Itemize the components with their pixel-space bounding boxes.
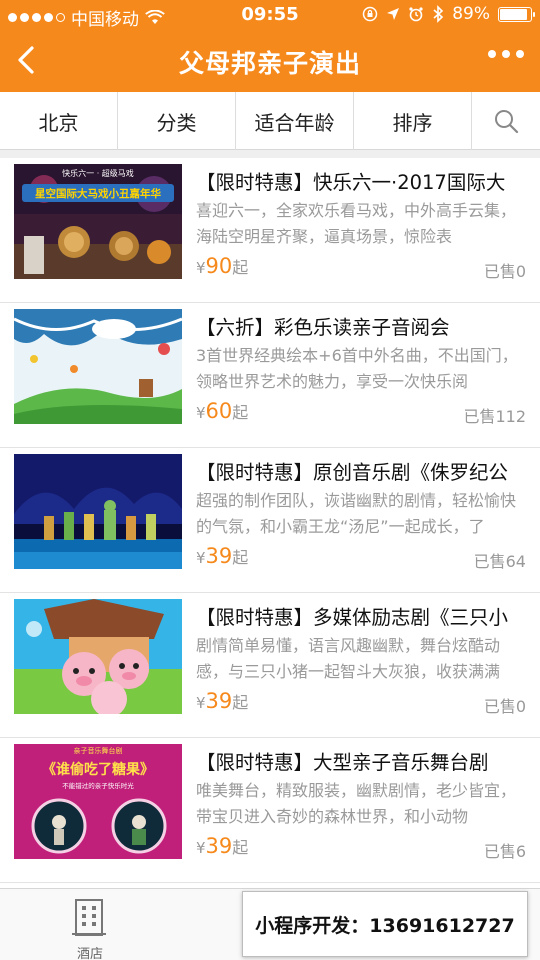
search-button[interactable] — [472, 92, 540, 149]
thumb-caption-2: 星空国际大马戏小丑嘉年华 — [35, 187, 161, 200]
event-item[interactable]: 快乐六一 · 超级马戏 星空国际大马戏小丑嘉年华 【限时特惠】快乐六一·2017… — [0, 158, 540, 303]
event-title: 【六折】彩色乐读亲子音阅会 — [196, 316, 450, 339]
price-value: 60 — [205, 399, 233, 423]
status-bar: 中国移动 09:55 89% — [0, 0, 540, 30]
location-icon — [387, 8, 400, 20]
filter-bar: 北京 分类 适合年龄 排序 — [0, 92, 540, 150]
battery-icon — [498, 6, 535, 22]
price-value: 39 — [205, 689, 233, 713]
price-suffix: 起 — [232, 258, 249, 277]
hotel-building-icon — [72, 899, 106, 936]
nav-bar: 父母邦亲子演出 — [0, 30, 540, 92]
event-description: 剧情简单易懂，语言风趣幽默，舞台炫酷动感，与三只小猪一起智斗大灰狼，收获满满 — [196, 636, 501, 681]
event-item[interactable]: 【六折】彩色乐读亲子音阅会 3首世界经典绘本+6首中外名曲，不出国门，领略世界艺… — [0, 303, 540, 448]
event-item[interactable]: 亲子音乐舞台剧 《谁偷吃了糖果》 不能错过的亲子快乐时光 【限时特惠】大型亲子音… — [0, 738, 540, 883]
rotation-lock-icon — [362, 6, 378, 22]
battery-percent: 89% — [452, 4, 490, 24]
event-title: 【限时特惠】多媒体励志剧《三只小 — [196, 606, 509, 629]
event-description: 唯美舞台，精致服装，幽默剧情，老少皆宜，带宝贝进入奇妙的森林世界，和小动物 — [196, 781, 517, 826]
event-thumbnail-circus: 快乐六一 · 超级马戏 星空国际大马戏小丑嘉年华 — [14, 164, 182, 279]
bluetooth-icon — [433, 5, 444, 23]
price-value: 90 — [205, 254, 233, 278]
event-description: 3首世界经典绘本+6首中外名曲，不出国门，领略世界艺术的魅力，享受一次快乐阅 — [196, 346, 518, 391]
currency-symbol: ¥ — [196, 839, 206, 857]
thumb-caption-2: 《谁偷吃了糖果》 — [42, 761, 154, 778]
event-description: 超强的制作团队，诙谐幽默的剧情，轻松愉快的气氛，和小霸王龙“汤尼”一起成长，了 — [196, 491, 517, 536]
alarm-icon — [409, 7, 423, 22]
sold-count: 已售64 — [473, 552, 526, 571]
tab-hotel[interactable]: 酒店 — [60, 897, 120, 960]
event-price: ¥90起 — [196, 254, 248, 278]
price-suffix: 起 — [232, 403, 249, 422]
more-options-icon[interactable] — [488, 50, 524, 58]
filter-sort[interactable]: 排序 — [354, 92, 472, 150]
page-title: 父母邦亲子演出 — [178, 49, 361, 78]
price-value: 39 — [205, 834, 233, 858]
event-price: ¥39起 — [196, 834, 248, 858]
event-price: ¥39起 — [196, 544, 248, 568]
event-price: ¥60起 — [196, 399, 248, 423]
event-thumbnail-dinosaur — [14, 454, 182, 569]
event-list: 快乐六一 · 超级马戏 星空国际大马戏小丑嘉年华 【限时特惠】快乐六一·2017… — [0, 158, 540, 883]
thumb-caption-3: 不能错过的亲子快乐时光 — [62, 781, 134, 790]
tab-hotel-label: 酒店 — [76, 947, 103, 960]
event-title: 【限时特惠】快乐六一·2017国际大 — [196, 171, 506, 194]
currency-symbol: ¥ — [196, 404, 206, 422]
thumb-caption-1: 快乐六一 · 超级马戏 — [62, 168, 134, 178]
event-price: ¥39起 — [196, 689, 248, 713]
price-suffix: 起 — [232, 693, 249, 712]
currency-symbol: ¥ — [196, 549, 206, 567]
event-thumbnail-candy-show: 亲子音乐舞台剧 《谁偷吃了糖果》 不能错过的亲子快乐时光 — [14, 744, 182, 859]
battery-level — [500, 8, 527, 20]
developer-contact-banner: 小程序开发：13691612727 — [242, 891, 528, 957]
top-bar: 中国移动 09:55 89% 父母邦亲子演出 — [0, 0, 540, 92]
sold-count: 已售0 — [483, 697, 526, 716]
price-suffix: 起 — [232, 548, 249, 567]
event-item[interactable]: 【限时特惠】多媒体励志剧《三只小 剧情简单易懂，语言风趣幽默，舞台炫酷动感，与三… — [0, 593, 540, 738]
price-suffix: 起 — [232, 838, 249, 857]
event-description: 喜迎六一，全家欢乐看马戏，中外高手云集，海陆空明星齐聚，逼真场景，惊险表 — [196, 201, 517, 246]
event-thumbnail-three-pigs — [14, 599, 182, 714]
thumb-caption-1: 亲子音乐舞台剧 — [74, 746, 123, 755]
currency-symbol: ¥ — [196, 259, 206, 277]
search-icon — [495, 109, 519, 133]
event-item[interactable]: 【限时特惠】原创音乐剧《侏罗纪公 超强的制作团队，诙谐幽默的剧情，轻松愉快的气氛… — [0, 448, 540, 593]
currency-symbol: ¥ — [196, 694, 206, 712]
event-thumbnail-picturebook — [14, 309, 182, 424]
filter-category[interactable]: 分类 — [118, 92, 236, 150]
filter-city[interactable]: 北京 — [0, 92, 118, 150]
sold-count: 已售0 — [483, 262, 526, 281]
event-title: 【限时特惠】原创音乐剧《侏罗纪公 — [196, 461, 509, 484]
price-value: 39 — [205, 544, 233, 568]
section-gap — [0, 150, 540, 158]
sold-count: 已售112 — [463, 407, 526, 426]
filter-age[interactable]: 适合年龄 — [236, 92, 354, 150]
sold-count: 已售6 — [483, 842, 526, 861]
status-right: 89% — [362, 4, 535, 24]
event-title: 【限时特惠】大型亲子音乐舞台剧 — [196, 751, 489, 774]
